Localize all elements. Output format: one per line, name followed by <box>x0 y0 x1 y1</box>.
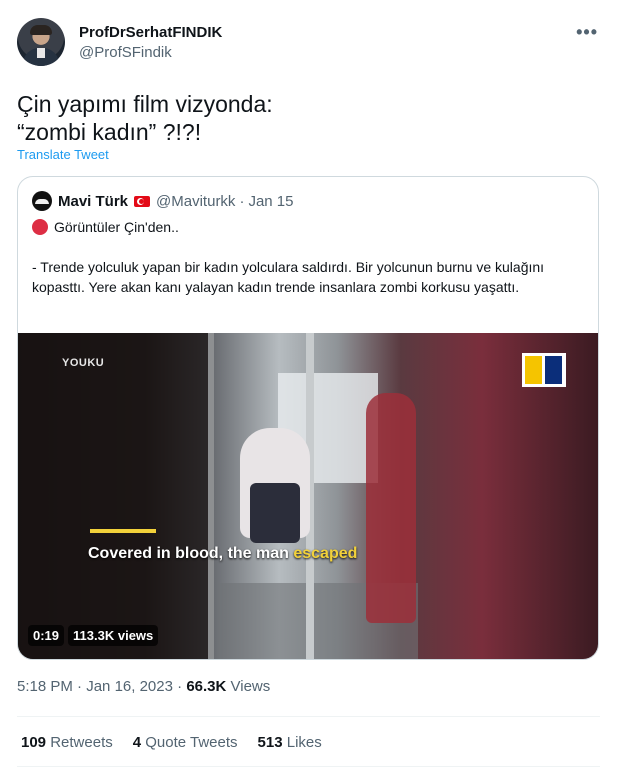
avatar-collar <box>37 48 45 58</box>
video-scene-shadow <box>18 333 208 659</box>
tweet-time[interactable]: 5:18 PM <box>17 678 73 695</box>
red-circle-icon <box>32 219 48 235</box>
video-scene-figure <box>366 393 416 623</box>
views-count: 66.3K <box>186 678 227 695</box>
divider <box>17 716 600 717</box>
separator-dot: · <box>239 192 245 210</box>
video-caption-text: Covered in blood, the man <box>88 545 294 562</box>
video-views: 113.3K views <box>68 625 159 646</box>
video-scene-pole <box>208 333 214 659</box>
quoted-tweet-body: Görüntüler Çin'den.. - Trende yolculuk y… <box>32 217 584 297</box>
quoted-tweet-paragraph: - Trende yolculuk yapan bir kadın yolcul… <box>32 259 545 295</box>
video-duration: 0:19 <box>28 625 65 646</box>
video-scene-figure <box>250 483 300 543</box>
quoted-tweet-header: Mavi Türk @Maviturkk · Jan 15 <box>32 191 293 211</box>
retweets-count: 109 <box>21 734 47 751</box>
quoted-author-name: Mavi Türk <box>58 192 129 210</box>
tweet-text: Çin yapımı film vizyonda: “zombi kadın” … <box>17 91 273 145</box>
retweets-label: Retweets <box>50 734 113 751</box>
quoted-tweet-date: Jan 15 <box>248 192 294 210</box>
quote-tweets-count: 4 <box>132 734 142 751</box>
caption-bar <box>90 529 156 533</box>
author-avatar[interactable] <box>17 18 65 66</box>
tweet-metadata: 5:18 PM · Jan 16, 2023 · 66.3K Views <box>17 678 270 695</box>
likes-count: 513 <box>257 734 283 751</box>
likes-label: Likes <box>286 734 322 751</box>
quoted-author-avatar <box>32 191 52 211</box>
turkey-flag-icon <box>134 195 151 207</box>
video-watermark: YOUKU <box>62 357 105 369</box>
quote-tweets-label: Quote Tweets <box>145 734 238 751</box>
retweets-stat[interactable]: 109 Retweets <box>21 734 113 751</box>
likes-stat[interactable]: 513 Likes <box>258 734 322 751</box>
video-caption-highlight: escaped <box>293 545 358 562</box>
views-label: Views <box>230 678 271 695</box>
engagement-stats: 109 Retweets 4 Quote Tweets 513 Likes <box>21 734 322 751</box>
quote-tweets-stat[interactable]: 4 Quote Tweets <box>133 734 238 751</box>
separator-dot: · <box>77 678 83 695</box>
channel-logo <box>522 353 566 387</box>
quoted-tweet-line: Görüntüler Çin'den.. <box>32 217 584 237</box>
quoted-tweet[interactable]: Mavi Türk @Maviturkk · Jan 15 Görüntüler… <box>17 176 599 660</box>
video-badges: 0:19 113.3K views <box>28 625 159 646</box>
avatar-hair <box>30 25 52 35</box>
more-horizontal-icon[interactable]: ••• <box>576 22 598 43</box>
video-caption: Covered in blood, the man escaped <box>88 545 357 563</box>
quoted-author-handle: @Maviturkk <box>156 192 236 210</box>
tweet-date[interactable]: Jan 16, 2023 <box>86 678 173 695</box>
divider <box>17 766 600 767</box>
author-name[interactable]: ProfDrSerhatFINDIK <box>79 24 222 41</box>
translate-tweet-link[interactable]: Translate Tweet <box>17 147 109 162</box>
author-handle[interactable]: @ProfSFindik <box>79 44 172 61</box>
video-player[interactable]: YOUKU Covered in blood, the man escaped … <box>18 333 598 659</box>
quoted-tweet-intro: Görüntüler Çin'den.. <box>54 219 179 235</box>
tweet-header: ProfDrSerhatFINDIK @ProfSFindik ••• <box>17 18 600 70</box>
separator-dot: · <box>177 678 183 695</box>
